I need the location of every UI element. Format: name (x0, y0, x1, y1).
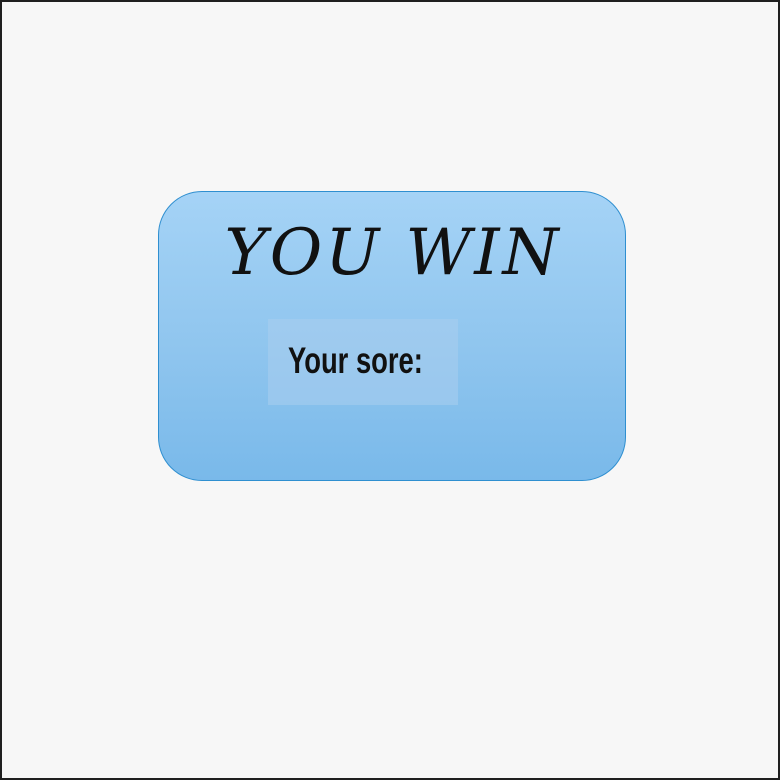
score-panel: Your sore: (268, 319, 458, 405)
game-screen: YOU WIN Your sore: (0, 0, 780, 780)
score-label: Your sore: (288, 340, 423, 381)
win-title: YOU WIN (224, 216, 562, 290)
win-dialog: YOU WIN Your sore: (158, 191, 626, 481)
